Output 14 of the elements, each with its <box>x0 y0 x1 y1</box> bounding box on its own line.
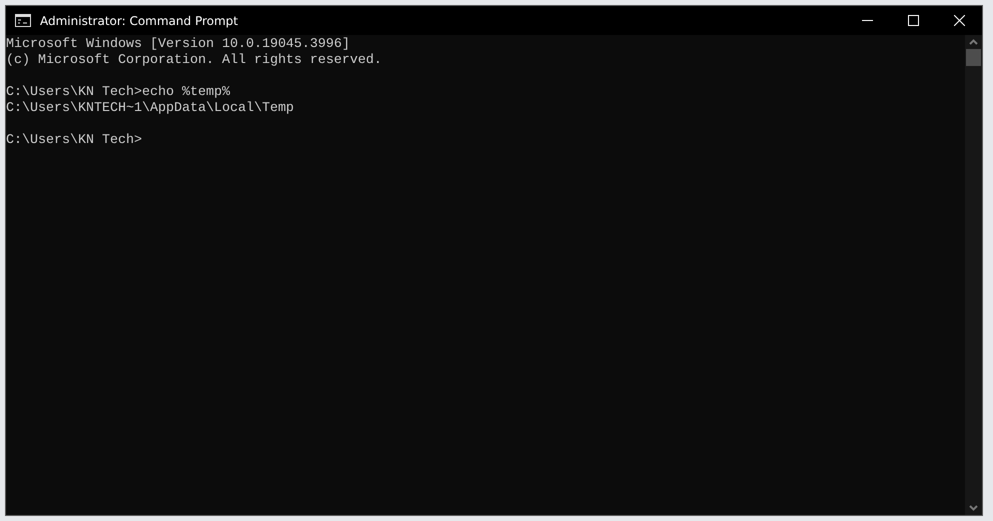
console-icon <box>15 14 31 27</box>
console-line: C:\Users\KN Tech> <box>6 133 143 149</box>
close-icon <box>954 15 964 26</box>
scroll-up-icon[interactable] <box>969 39 978 45</box>
scroll-down-icon[interactable] <box>969 505 978 511</box>
console-line: C:\Users\KN Tech>echo %temp% <box>6 85 231 101</box>
console-line: (c) Microsoft Corporation. All rights reserved. <box>6 53 383 69</box>
scrollbar[interactable] <box>965 35 982 515</box>
minimize-icon <box>862 20 872 21</box>
console-line: C:\Users\KNTECH~1\AppData\Local\Temp <box>6 101 295 117</box>
console-line: Microsoft Windows [Version 10.0.19045.3996] <box>6 37 351 53</box>
maximize-icon <box>908 15 918 26</box>
window-title: Administrator: Command Prompt <box>40 14 238 28</box>
scroll-thumb[interactable] <box>966 49 981 66</box>
